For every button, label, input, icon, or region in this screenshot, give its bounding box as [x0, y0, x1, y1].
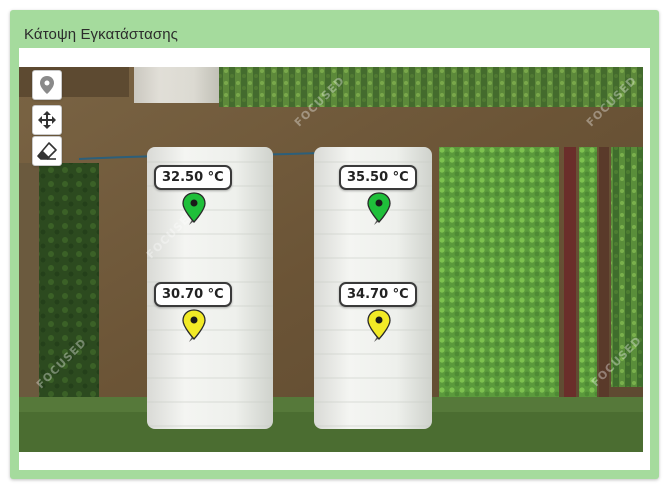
temperature-label: 35.50 °C — [339, 165, 417, 190]
erase-button[interactable] — [32, 136, 62, 166]
sensor-marker[interactable]: 35.50 °C — [339, 165, 419, 225]
pin-icon — [367, 309, 391, 342]
eraser-icon — [37, 142, 57, 160]
temperature-label: 30.70 °C — [154, 282, 232, 307]
temperature-label: 32.50 °C — [154, 165, 232, 190]
widget-body: FOCUSED FOCUSED FOCUSED FOCUSED FOCUSED — [19, 48, 650, 470]
pin-icon — [182, 309, 206, 342]
pan-button[interactable] — [32, 105, 62, 135]
aerial-map[interactable]: FOCUSED FOCUSED FOCUSED FOCUSED FOCUSED — [19, 67, 643, 452]
sensor-marker[interactable]: 32.50 °C — [154, 165, 234, 225]
temperature-label: 34.70 °C — [339, 282, 417, 307]
pin-icon — [182, 192, 206, 225]
pin-icon — [367, 192, 391, 225]
floorplan-widget: Κάτοψη Εγκατάστασης FOCUSED FOCUSED FOCU… — [10, 10, 659, 479]
aerial-background — [19, 67, 643, 452]
location-button[interactable] — [32, 70, 62, 100]
map-marker-icon — [40, 76, 54, 94]
move-arrows-icon — [38, 111, 56, 129]
sensor-marker[interactable]: 30.70 °C — [154, 282, 234, 342]
sensor-marker[interactable]: 34.70 °C — [339, 282, 419, 342]
widget-title: Κάτοψη Εγκατάστασης — [24, 26, 179, 43]
